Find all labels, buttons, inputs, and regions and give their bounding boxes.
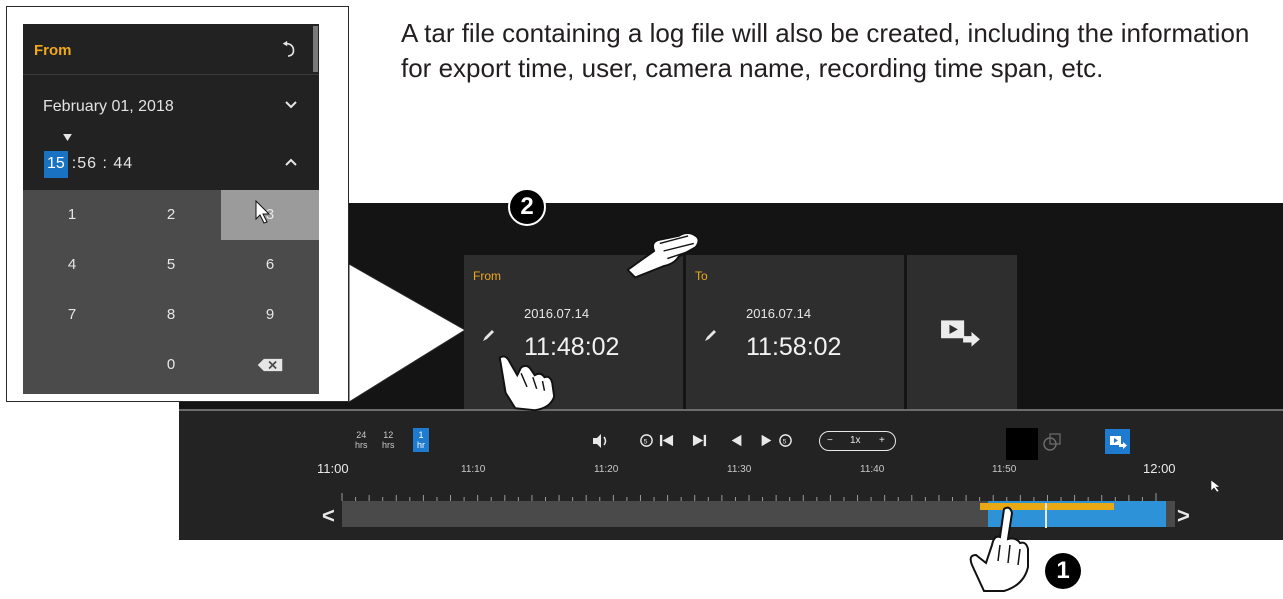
picker-time-value[interactable]: 15:56 : 44 — [44, 151, 133, 179]
time-label: 11:00 — [317, 461, 349, 476]
caret-marker-icon — [63, 134, 72, 141]
scale-unit: hrs — [355, 440, 368, 450]
time-label: 11:10 — [461, 464, 486, 475]
scale-24hrs-button[interactable]: 24 hrs — [355, 430, 368, 450]
scale-unit: hr — [417, 440, 426, 450]
scale-value: 24 — [356, 430, 367, 440]
key-9[interactable]: 9 — [221, 290, 319, 340]
key-1[interactable]: 1 — [23, 190, 121, 240]
speed-increase-button[interactable]: + — [879, 432, 885, 450]
speed-control[interactable]: − 1x + — [819, 431, 896, 451]
scale-value: 12 — [383, 430, 394, 440]
time-label: 12:00 — [1143, 461, 1176, 476]
volume-icon[interactable] — [591, 433, 611, 449]
picker-scrollbar[interactable] — [313, 26, 318, 72]
key-2[interactable]: 2 — [122, 190, 220, 240]
key-4[interactable]: 4 — [23, 240, 121, 290]
rewind-icon[interactable]: 5 — [639, 433, 654, 448]
hand-pointer-icon — [969, 506, 1029, 592]
key-8[interactable]: 8 — [122, 290, 220, 340]
speed-decrease-button[interactable]: − — [827, 432, 833, 450]
hand-pointer-icon — [626, 232, 700, 279]
chevron-up-icon[interactable] — [284, 157, 298, 167]
numeric-keypad: 1 2 3 4 5 6 7 8 9 0 — [23, 190, 319, 394]
speed-value: 1x — [850, 435, 861, 446]
export-card[interactable] — [907, 255, 1017, 409]
snapshot-button[interactable] — [1006, 428, 1038, 460]
time-label: 11:50 — [992, 464, 1017, 475]
date-time-picker-popup: From February 01, 2018 15:56 : 44 1 2 3 … — [6, 6, 349, 402]
key-5[interactable]: 5 — [122, 240, 220, 290]
pencil-icon[interactable] — [703, 327, 719, 343]
mouse-cursor-icon — [1210, 479, 1221, 493]
skip-back-icon[interactable] — [659, 433, 674, 448]
to-time: 11:58:02 — [746, 333, 842, 361]
divider — [23, 74, 319, 75]
chevron-down-icon[interactable] — [284, 100, 298, 110]
callout-badge: 1 — [1045, 553, 1081, 589]
description-text: A tar file containing a log file will al… — [401, 18, 1250, 83]
svg-text:5: 5 — [644, 438, 648, 445]
scale-value: 1 — [418, 430, 424, 440]
picker-date-value[interactable]: February 01, 2018 — [43, 98, 174, 116]
to-date: 2016.07.14 — [746, 306, 812, 321]
timeline-prev-arrow[interactable]: < — [322, 503, 335, 529]
minute-second-fields[interactable]: :56 : 44 — [68, 155, 133, 172]
step-back-icon[interactable] — [730, 434, 743, 447]
svg-text:5: 5 — [783, 438, 787, 445]
hand-pointer-icon — [498, 355, 556, 412]
timeline-next-arrow[interactable]: > — [1177, 503, 1190, 529]
play-icon[interactable] — [760, 434, 773, 447]
pencil-icon[interactable] — [481, 327, 497, 343]
scale-unit: hrs — [382, 440, 395, 450]
hour-field[interactable]: 15 — [44, 151, 68, 178]
playhead[interactable] — [1045, 503, 1047, 528]
time-label: 11:30 — [727, 464, 752, 475]
mouse-cursor-icon — [255, 200, 271, 224]
from-card-title: From — [473, 269, 501, 283]
from-date: 2016.07.14 — [524, 306, 590, 321]
export-clip-button[interactable] — [1105, 429, 1130, 454]
skip-forward-icon[interactable] — [692, 433, 707, 448]
key-7[interactable]: 7 — [23, 290, 121, 340]
backspace-key[interactable] — [221, 340, 319, 390]
time-label: 11:20 — [594, 464, 619, 475]
time-label: 11:40 — [860, 464, 885, 475]
date-time-picker: From February 01, 2018 15:56 : 44 1 2 3 … — [23, 24, 319, 394]
to-time-card[interactable]: To 2016.07.14 11:58:02 — [686, 255, 904, 409]
scale-1hr-button[interactable]: 1 hr — [413, 428, 430, 452]
key-0[interactable]: 0 — [122, 340, 220, 390]
callout-badge: 2 — [508, 188, 546, 226]
forward-icon[interactable]: 5 — [778, 433, 793, 448]
backspace-icon — [257, 358, 283, 372]
scale-12hrs-button[interactable]: 12 hrs — [382, 430, 395, 450]
undo-icon[interactable] — [280, 39, 298, 59]
picker-title: From — [34, 42, 72, 59]
export-icon — [1110, 436, 1127, 449]
zoom-in-icon[interactable] — [1042, 432, 1062, 452]
export-icon[interactable] — [940, 317, 982, 349]
key-6[interactable]: 6 — [221, 240, 319, 290]
